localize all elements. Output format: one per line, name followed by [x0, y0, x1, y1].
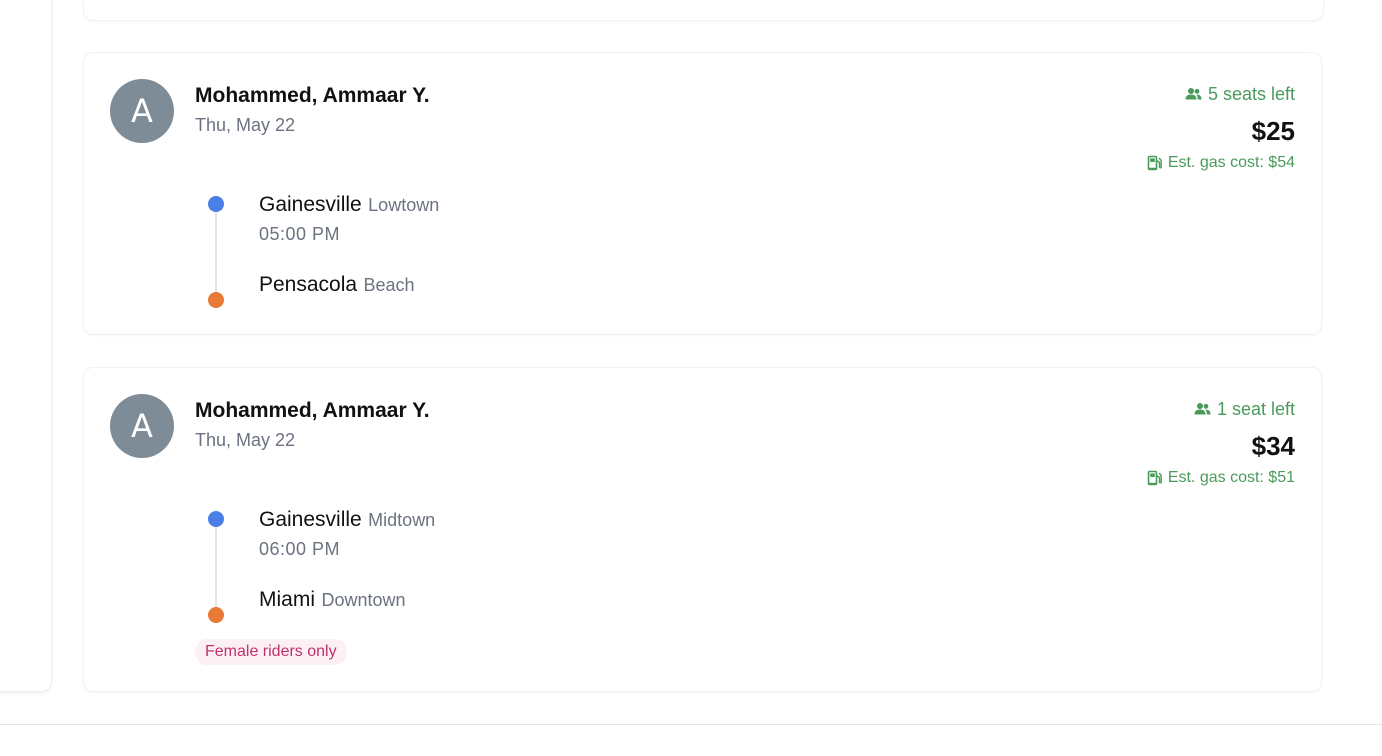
seats-left-text: 1 seat left: [1216, 398, 1295, 419]
ride-price: $25: [1251, 116, 1295, 146]
people-icon: [1194, 402, 1211, 416]
page: A Mohammed, Ammaar Y. Thu, May 22 5 seat…: [0, 0, 1382, 756]
ride-summary: 5 seats left $25 Est. gas cost: $54: [1147, 82, 1295, 172]
ride-date: Thu, May 22: [195, 430, 296, 450]
route-timeline: Gainesville Lowtown 05:00 PM Pensacola B…: [208, 193, 708, 308]
gas-pump-icon: [1147, 155, 1163, 171]
ride-card[interactable]: A Mohammed, Ammaar Y. Thu, May 22 1 seat…: [83, 367, 1322, 692]
destination-dot: [208, 607, 224, 623]
departure-time: 05:00 PM: [259, 224, 341, 244]
driver-name: Mohammed, Ammaar Y.: [195, 399, 430, 422]
seats-left-text: 5 seats left: [1207, 83, 1295, 104]
gas-pump-icon: [1147, 470, 1163, 486]
origin-area: Lowtown: [368, 195, 440, 215]
seats-left: 1 seat left: [1147, 397, 1295, 421]
origin-dot: [208, 511, 224, 527]
origin-city: Gainesville: [259, 193, 362, 216]
driver-name: Mohammed, Ammaar Y.: [195, 84, 430, 107]
female-riders-only-badge: Female riders only: [195, 639, 347, 665]
ride-summary: 1 seat left $34 Est. gas cost: $51: [1147, 397, 1295, 487]
gas-cost-text: Est. gas cost: $54: [1167, 154, 1295, 171]
destination-area: Downtown: [321, 590, 406, 610]
destination-stop: Pensacola Beach: [259, 273, 415, 297]
ride-card[interactable]: A Mohammed, Ammaar Y. Thu, May 22 5 seat…: [83, 52, 1322, 335]
people-icon: [1185, 87, 1202, 101]
avatar: A: [110, 79, 174, 143]
ride-card-previous[interactable]: [83, 0, 1324, 21]
origin-city: Gainesville: [259, 508, 362, 531]
sidebar-panel: [0, 0, 52, 692]
origin-area: Midtown: [368, 510, 436, 530]
destination-area: Beach: [363, 275, 415, 295]
route-line: [215, 210, 217, 294]
departure-time: 06:00 PM: [259, 539, 341, 559]
route-line: [215, 525, 217, 609]
ride-date: Thu, May 22: [195, 115, 296, 135]
destination-city: Pensacola: [259, 273, 358, 296]
seats-left: 5 seats left: [1147, 82, 1295, 106]
gas-cost-text: Est. gas cost: $51: [1167, 469, 1295, 486]
origin-stop: Gainesville Midtown: [259, 508, 435, 532]
gas-cost: Est. gas cost: $54: [1147, 154, 1295, 172]
origin-dot: [208, 196, 224, 212]
divider: [0, 724, 1382, 725]
avatar: A: [110, 394, 174, 458]
gas-cost: Est. gas cost: $51: [1147, 469, 1295, 487]
destination-dot: [208, 292, 224, 308]
destination-city: Miami: [259, 588, 315, 611]
ride-price: $34: [1251, 431, 1295, 461]
destination-stop: Miami Downtown: [259, 588, 406, 612]
route-timeline: Gainesville Midtown 06:00 PM Miami Downt…: [208, 508, 708, 623]
origin-stop: Gainesville Lowtown: [259, 193, 439, 217]
